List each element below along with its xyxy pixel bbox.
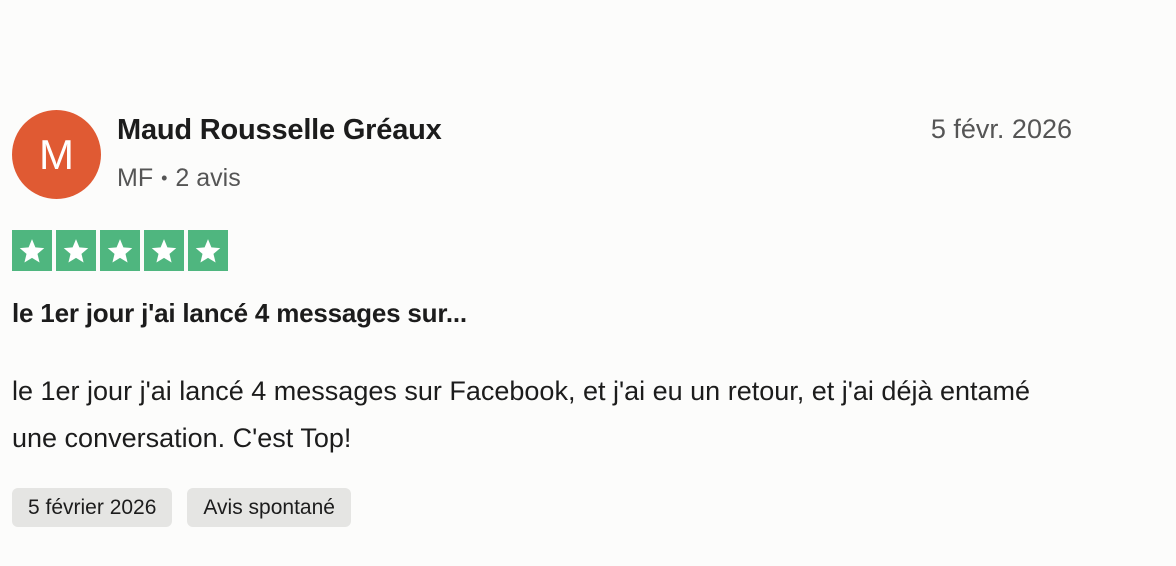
star-icon [144,230,184,271]
review-tag: Avis spontané [187,488,351,527]
star-icon [188,230,228,271]
reviewer-name[interactable]: Maud Rousselle Gréaux [117,114,442,147]
review-tag: 5 février 2026 [12,488,173,527]
star-icon [100,230,140,271]
meta-separator: • [161,168,168,188]
review-text: le 1er jour j'ai lancé 4 messages sur Fa… [12,376,1031,453]
avatar-initial: M [39,130,74,178]
reviewer-country: MF [117,164,154,192]
review-title[interactable]: le 1er jour j'ai lancé 4 messages sur... [12,298,467,329]
reviewer-meta: MF • 2 avis [117,164,241,193]
review-tags: 5 février 2026 Avis spontané [12,488,351,527]
avatar[interactable]: M [12,110,101,199]
review-card: M Maud Rousselle Gréaux MF • 2 avis 5 fé… [12,110,1072,527]
star-rating [12,230,228,271]
star-icon [56,230,96,271]
reviewer-review-count: 2 avis [175,164,241,192]
review-date: 5 févr. 2026 [930,114,1072,144]
review-header: M Maud Rousselle Gréaux MF • 2 avis 5 fé… [12,110,1072,200]
star-icon [12,230,52,271]
